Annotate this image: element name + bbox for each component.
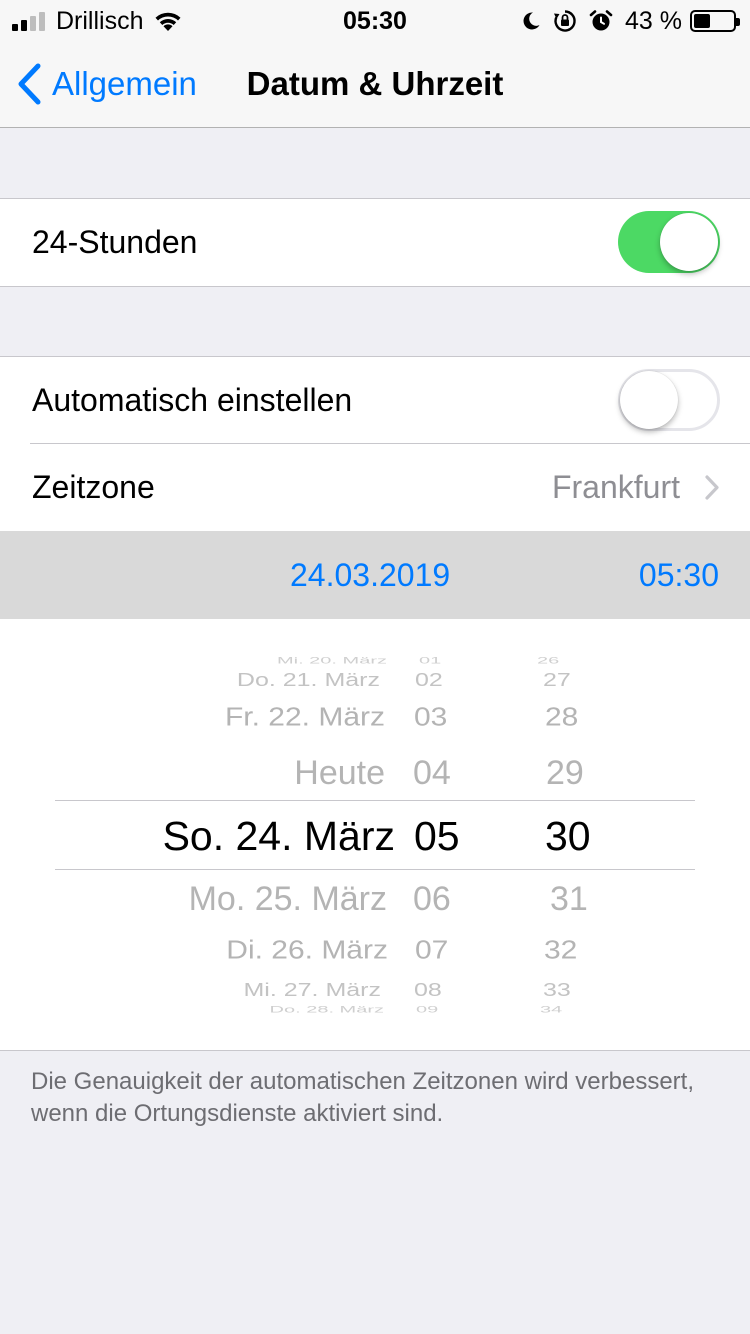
battery-percent: 43 %	[625, 6, 682, 35]
chevron-right-icon	[705, 475, 719, 500]
setting-row-auto-set: Automatisch einstellen	[0, 357, 750, 444]
picker-day-option[interactable]: Mi. 27. März	[243, 980, 381, 1000]
status-right: 43 %	[509, 6, 740, 36]
picker-day-option[interactable]: Do. 21. März	[237, 670, 380, 690]
setting-row-24-hour: 24-Stunden	[0, 199, 750, 286]
picker-day-option[interactable]: Fr. 22. März	[225, 702, 385, 734]
picker-minute-option[interactable]: 27	[543, 670, 571, 690]
status-bar: Drillisch 05:30 43 %	[0, 0, 750, 40]
picker-hour-option[interactable]: 08	[414, 980, 442, 1000]
toggle-auto-set[interactable]	[618, 369, 720, 431]
setting-label-timezone: Zeitzone	[32, 469, 155, 505]
picker-hour-option[interactable]: 03	[414, 702, 447, 734]
toggle-24-hour[interactable]	[618, 211, 720, 273]
settings-screen: Drillisch 05:30 43 % Allgemein Datum & U…	[0, 0, 750, 1334]
picker-minute-selected[interactable]: 30	[545, 811, 591, 861]
picker-hour-option[interactable]: 04	[413, 751, 451, 795]
picker-day-option[interactable]: Mo. 25. März	[189, 877, 387, 921]
picker-minute-option[interactable]: 34	[540, 1006, 562, 1015]
picker-minute-option[interactable]: 33	[543, 980, 571, 1000]
picker-hour-option[interactable]: 01	[419, 657, 441, 666]
setting-label-24-hour: 24-Stunden	[32, 224, 198, 260]
picker-selection-bottom-line	[55, 869, 695, 870]
picker-hour-option[interactable]: 07	[415, 935, 448, 967]
setting-row-timezone[interactable]: Zeitzone Frankfurt	[0, 444, 750, 531]
toggle-knob	[660, 213, 718, 271]
picker-minute-option[interactable]: 32	[544, 935, 577, 967]
picker-day-selected[interactable]: So. 24. März	[163, 811, 395, 861]
navigation-bar: Allgemein Datum & Uhrzeit	[0, 40, 750, 128]
selected-time[interactable]: 05:30	[639, 531, 719, 619]
picker-hour-selected[interactable]: 05	[414, 811, 460, 861]
picker-day-option[interactable]: Do. 28. März	[270, 1006, 384, 1015]
toggle-knob	[620, 371, 678, 429]
settings-group-timezone: Automatisch einstellen Zeitzone Frankfur…	[0, 356, 750, 532]
date-time-summary: 24.03.2019 05:30	[0, 531, 750, 619]
picker-day-option[interactable]: Mi. 20. März	[277, 657, 387, 666]
timezone-accuracy-note: Die Genauigkeit der automatischen Zeitzo…	[31, 1068, 694, 1127]
picker-minute-option[interactable]: 31	[550, 877, 588, 921]
setting-label-auto-set: Automatisch einstellen	[32, 382, 353, 418]
alarm-icon	[589, 10, 613, 31]
moon-icon	[523, 12, 540, 30]
battery-level	[694, 14, 710, 28]
picker-minute-option[interactable]: 29	[546, 751, 584, 795]
rotation-lock-icon	[554, 10, 576, 32]
battery-icon	[690, 10, 740, 32]
picker-hour-option[interactable]: 06	[413, 877, 451, 921]
picker-minute-option[interactable]: 28	[545, 702, 578, 734]
picker-selection-top-line	[55, 800, 695, 801]
picker-minute-option[interactable]: 26	[537, 657, 559, 666]
page-title: Datum & Uhrzeit	[246, 65, 504, 102]
timezone-value: Frankfurt	[551, 469, 680, 505]
selected-date[interactable]: 24.03.2019	[290, 531, 450, 619]
picker-day-option[interactable]: Di. 26. März	[226, 935, 388, 967]
date-time-picker[interactable]: Mi. 20. März Do. 21. März Fr. 22. März H…	[0, 619, 750, 1051]
picker-day-option[interactable]: Heute	[294, 751, 385, 795]
picker-hour-option[interactable]: 09	[416, 1006, 438, 1015]
settings-group-time-format: 24-Stunden	[0, 198, 750, 287]
picker-hour-option[interactable]: 02	[415, 670, 443, 690]
